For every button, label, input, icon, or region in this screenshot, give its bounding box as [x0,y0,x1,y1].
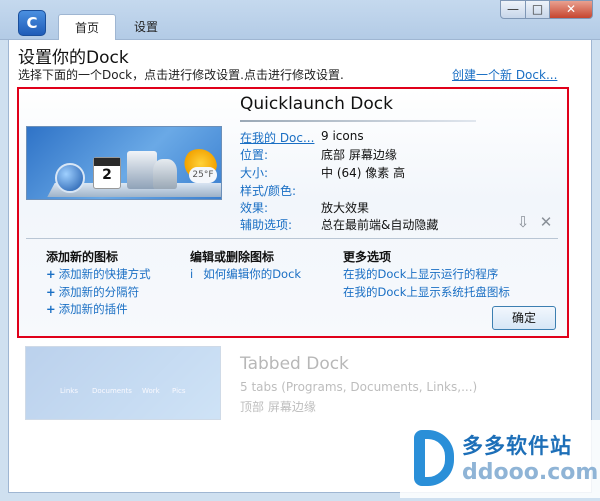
plus-icon: + [46,302,56,316]
how-to-edit-label: 如何编辑你的Dock [203,267,302,281]
more-options-heading: 更多选项 [343,250,392,264]
info-value-accessibility: 总在最前端&自动隐藏 [321,218,439,232]
show-tray-icons-link[interactable]: 在我的Dock上显示系统托盘图标 [343,284,510,300]
app-logo-icon[interactable]: C [18,10,46,36]
calendar-day: 2 [102,167,112,183]
page-subtitle: 选择下面的一个Dock，点击进行修改设置.点击进行修改设置. [18,68,344,82]
watermark-title: 多多软件站 [462,434,572,458]
dock-name: Quicklaunch Dock [240,94,393,114]
maximize-button[interactable]: □ [525,0,550,19]
recycle-bin-icon [153,159,177,189]
plus-icon: + [46,267,56,281]
tabbed-dock-tabs: 5 tabs (Programs, Documents, Links,...) [240,380,478,394]
add-separator-link[interactable]: + 添加新的分隔符 [46,284,139,300]
maximize-icon: □ [531,2,544,16]
tabbed-dock-entry[interactable]: Links Documents Work Pics Tabbed Dock 5 … [17,340,569,430]
info-label-size: 大小: [240,166,269,180]
tab-settings-label: 设置 [134,20,159,34]
preview-tab-work: Work [142,387,160,395]
preview-tab-pics: Pics [172,387,186,395]
app-logo-glyph: C [26,14,38,32]
preview-tab-links: Links [60,387,78,395]
info-label-position: 位置: [240,148,269,162]
info-icon: i [190,267,194,281]
tabbed-dock-name: Tabbed Dock [240,354,349,374]
add-plugin-label: 添加新的插件 [58,302,128,316]
close-button[interactable]: ✕ [549,0,593,19]
add-plugin-link[interactable]: + 添加新的插件 [46,301,128,317]
panel-divider [26,238,558,239]
add-separator-label: 添加新的分隔符 [58,285,140,299]
windows-start-icon [55,163,85,193]
watermark-logo-icon [414,430,454,486]
add-icons-heading: 添加新的图标 [46,250,119,264]
delete-dock-icon[interactable]: ✕ [537,212,555,232]
info-label-accessibility: 辅助选项: [240,218,293,232]
title-bar: C 首页 设置 — □ ✕ [0,0,600,40]
dock-preview[interactable]: 2 25°F [26,126,222,200]
download-icon[interactable]: ⇩ [514,212,532,232]
ok-button[interactable]: 确定 [492,306,556,330]
watermark: 多多软件站 ddooo.com [400,420,600,498]
how-to-edit-link[interactable]: i 如何编辑你的Dock [190,266,301,282]
tabbed-dock-position: 顶部 屏幕边缘 [240,400,316,414]
tabbed-dock-preview: Links Documents Work Pics [25,346,221,420]
info-value-position: 底部 屏幕边缘 [321,148,397,162]
add-shortcut-label: 添加新的快捷方式 [58,267,151,281]
info-value-effect: 放大效果 [321,201,370,215]
page-title: 设置你的Dock [18,48,129,68]
plus-icon: + [46,285,56,299]
minimize-icon: — [507,2,519,16]
info-value-size: 中 (64) 像素 高 [321,166,406,180]
close-icon: ✕ [565,2,577,16]
watermark-url: ddooo.com [462,460,599,485]
preview-tab-documents: Documents [92,387,132,395]
info-value-icons: 9 icons [321,129,364,143]
create-new-dock-link[interactable]: 创建一个新 Dock... [452,66,557,83]
show-running-programs-link[interactable]: 在我的Dock上显示运行的程序 [343,266,498,282]
info-label-icons-link[interactable]: 在我的 Doc... [240,129,314,146]
edit-icons-heading: 编辑或删除图标 [190,250,275,264]
info-label-style: 样式/颜色: [240,184,297,198]
weather-temperature: 25°F [189,167,217,183]
info-label-effect: 效果: [240,201,269,215]
calendar-icon: 2 [93,157,121,189]
dock-name-divider [240,120,476,122]
tab-home[interactable]: 首页 [58,14,117,40]
tab-home-label: 首页 [75,21,100,35]
minimize-button[interactable]: — [500,0,526,19]
tab-settings[interactable]: 设置 [118,14,174,40]
add-shortcut-link[interactable]: + 添加新的快捷方式 [46,266,151,282]
